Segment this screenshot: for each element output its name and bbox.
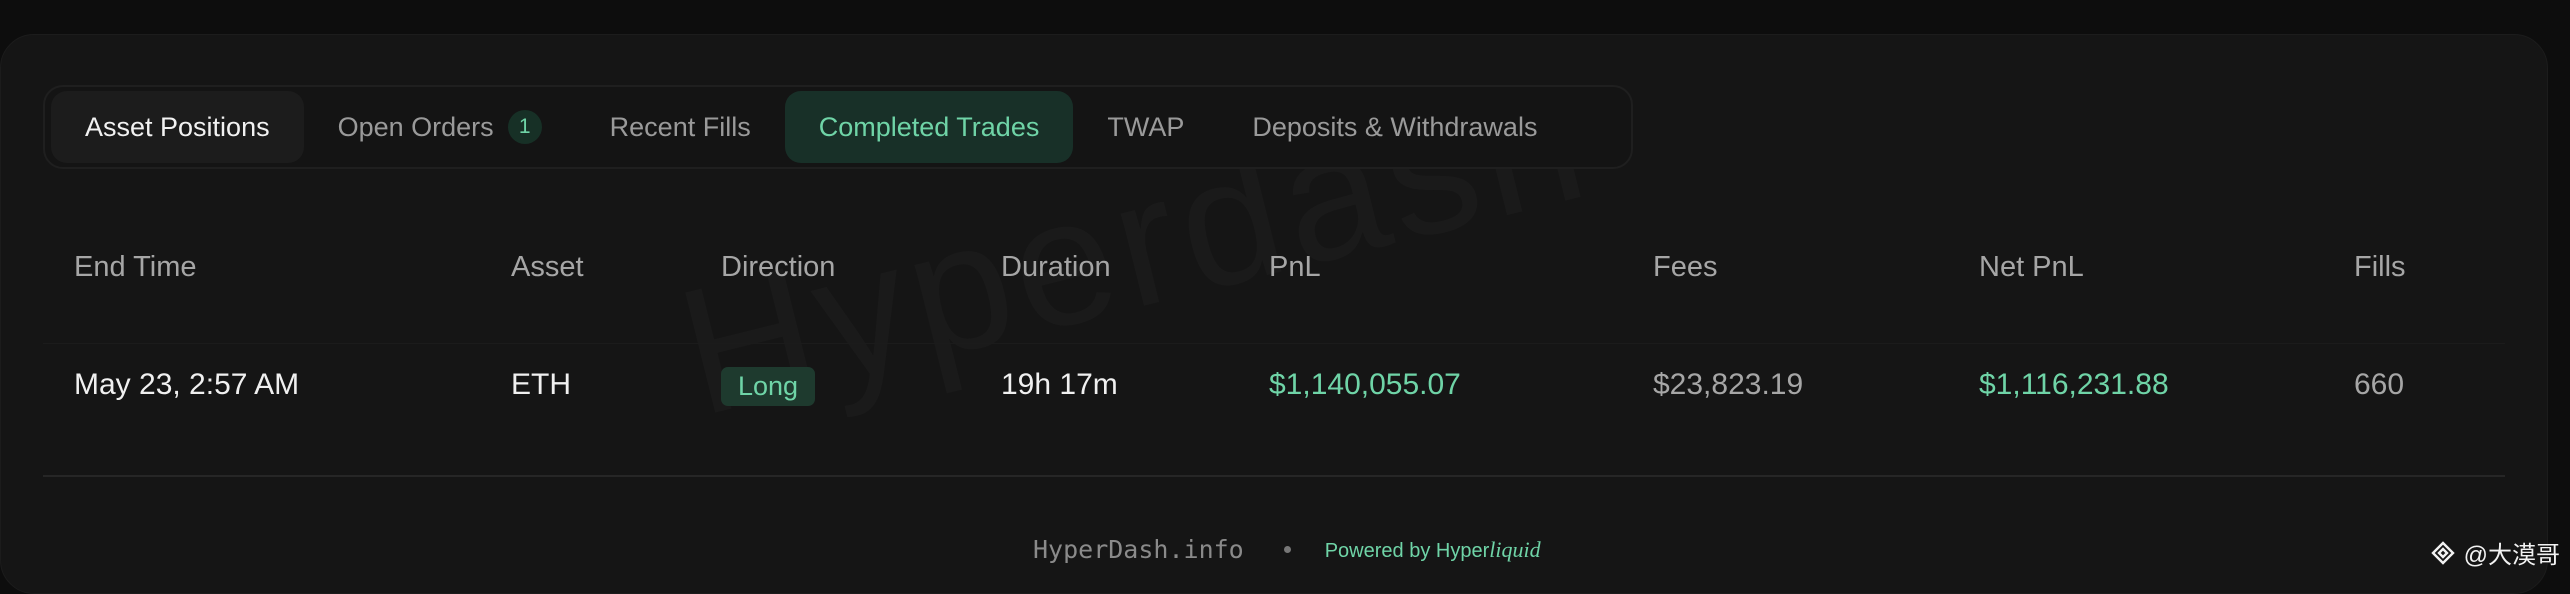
separator-dot xyxy=(1283,546,1291,553)
tab-recent-fills[interactable]: Recent Fills xyxy=(576,91,785,163)
credit-text: @大漠哥 xyxy=(2463,542,2560,569)
tab-label: Open Orders xyxy=(337,111,494,142)
footer: HyperDash.info Powered by Hyperliquid xyxy=(1033,535,1541,564)
cell-asset: ETH xyxy=(511,368,571,401)
cell-net-pnl: $1,116,231.88 xyxy=(1979,368,2169,401)
site-link[interactable]: HyperDash.info xyxy=(1033,535,1244,564)
tab-label: Recent Fills xyxy=(609,111,751,142)
column-header-duration[interactable]: Duration xyxy=(1001,251,1111,284)
tab-label: TWAP xyxy=(1107,111,1185,142)
powered-suffix: liquid xyxy=(1489,536,1541,562)
column-header-pnl[interactable]: PnL xyxy=(1269,251,1321,284)
cell-fills: 660 xyxy=(2354,368,2405,401)
tab-label: Completed Trades xyxy=(818,111,1040,142)
cell-fees: $23,823.19 xyxy=(1653,368,1804,401)
column-header-net-pnl[interactable]: Net PnL xyxy=(1979,251,2084,284)
open-orders-count-badge: 1 xyxy=(507,110,542,144)
cell-duration: 19h 17m xyxy=(1001,368,1118,401)
binance-icon xyxy=(2430,540,2455,565)
tab-twap[interactable]: TWAP xyxy=(1073,91,1218,163)
tab-bar: Asset Positions Open Orders 1 Recent Fil… xyxy=(43,85,1633,169)
column-header-direction[interactable]: Direction xyxy=(721,251,835,284)
powered-prefix: Powered by Hyper xyxy=(1324,539,1490,562)
tab-deposits-withdrawals[interactable]: Deposits & Withdrawals xyxy=(1218,91,1571,163)
direction-badge: Long xyxy=(721,367,816,406)
tab-label: Asset Positions xyxy=(85,111,270,142)
trades-panel: Hyperdash Asset Positions Open Orders 1 … xyxy=(0,34,2548,594)
tab-open-orders[interactable]: Open Orders 1 xyxy=(304,91,576,163)
cell-pnl: $1,140,055.07 xyxy=(1269,368,1461,401)
author-credit: @大漠哥 xyxy=(2430,535,2560,570)
cell-end-time: May 23, 2:57 AM xyxy=(74,368,300,401)
column-header-asset[interactable]: Asset xyxy=(511,251,584,284)
table-bottom-divider xyxy=(43,475,2505,477)
tab-label: Deposits & Withdrawals xyxy=(1252,111,1538,142)
column-header-fills[interactable]: Fills xyxy=(2354,251,2406,284)
column-header-end-time[interactable]: End Time xyxy=(74,251,197,284)
column-header-fees[interactable]: Fees xyxy=(1653,251,1717,284)
powered-by-link[interactable]: Powered by Hyperliquid xyxy=(1325,537,1541,563)
tab-asset-positions[interactable]: Asset Positions xyxy=(51,91,304,163)
tab-completed-trades[interactable]: Completed Trades xyxy=(784,91,1074,163)
header-divider xyxy=(43,343,2505,344)
